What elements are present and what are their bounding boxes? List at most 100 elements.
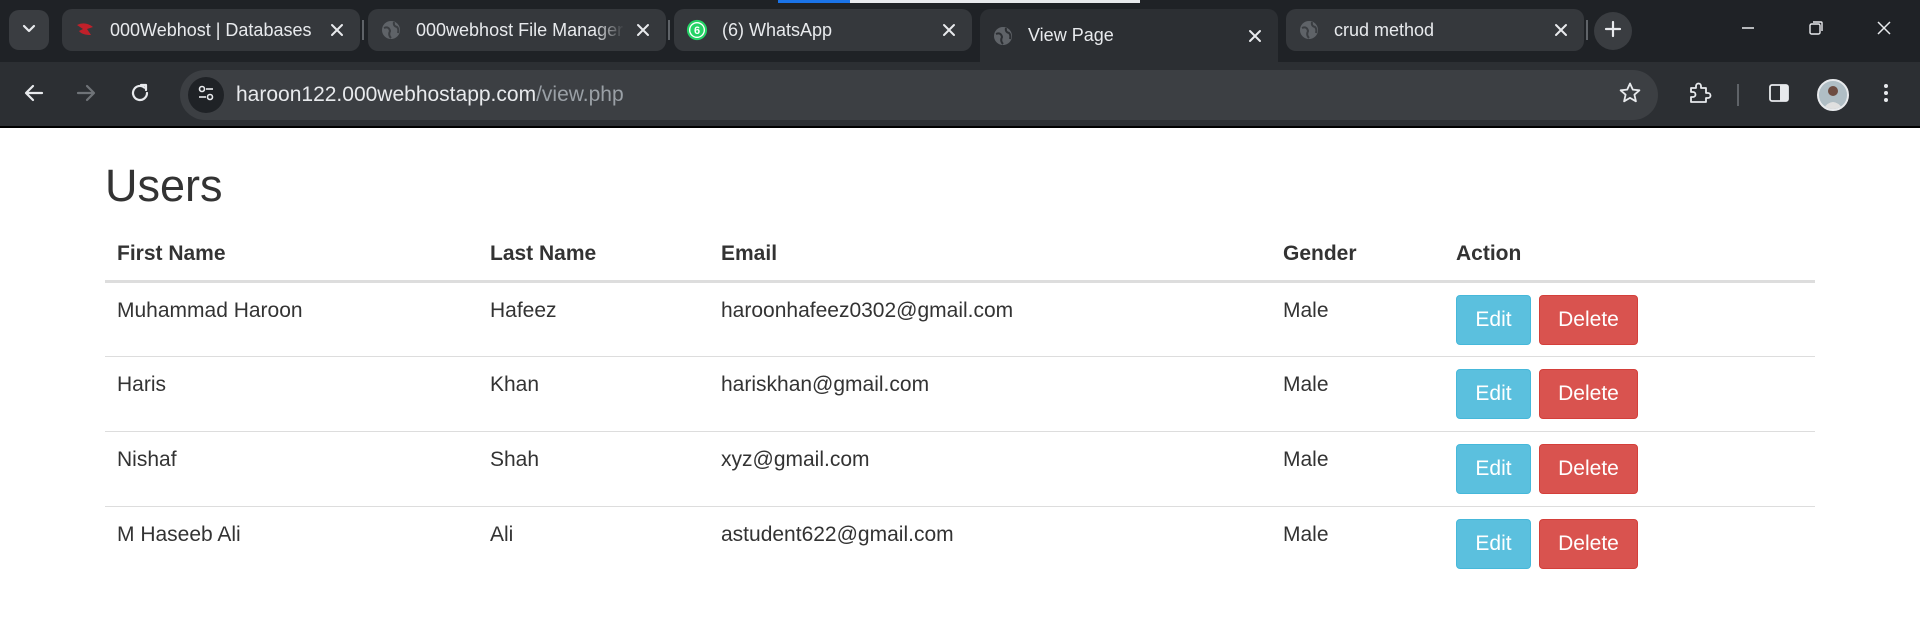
close-icon[interactable] [326,19,348,41]
tab-search-button[interactable] [9,10,49,50]
column-header-action: Action [1444,228,1815,283]
cell-gender: Male [1271,356,1444,432]
person-icon [1819,81,1847,109]
globe-icon [992,25,1014,47]
edit-button[interactable]: Edit [1456,295,1531,345]
cell-email: astudent622@gmail.com [709,506,1271,582]
toolbar-divider [1737,84,1739,106]
plus-icon [1604,20,1622,43]
webhost-logo-icon [74,19,96,41]
table-row: Nishaf Shah xyz@gmail.com Male Edit Delet… [105,431,1815,507]
table-row: Muhammad Haroon Hafeez haroonhafeez0302@… [105,282,1815,357]
loading-indicator-track [850,0,1140,3]
tab-title: crud method [1334,19,1435,40]
cell-last-name: Shah [478,431,709,507]
edit-button[interactable]: Edit [1456,444,1531,494]
cell-first-name: Haris [105,356,478,432]
tab-separator [1586,20,1588,40]
close-icon[interactable] [1244,25,1266,47]
url-path: /view.php [536,83,624,106]
cell-email: hariskhan@gmail.com [709,356,1271,432]
more-vert-icon [1882,81,1890,110]
tab-title: 000webhost File Manager [416,19,624,41]
tab-view-page[interactable]: View Page [980,9,1278,62]
close-icon [1876,20,1892,41]
tab-separator [362,20,364,40]
cell-email: xyz@gmail.com [709,431,1271,507]
tab-webhost-databases[interactable]: 000Webhost | Databases [62,9,360,51]
table-row: Haris Khan hariskhan@gmail.com Male Edit… [105,356,1815,432]
minimize-icon [1740,20,1756,41]
new-tab-button[interactable] [1594,12,1632,50]
globe-icon [1298,19,1320,41]
tab-separator [668,20,670,40]
cell-actions: Edit Delete [1444,282,1815,357]
profile-avatar[interactable] [1817,79,1849,111]
tab-title: View Page [1028,25,1114,45]
table-row: M Haseeb Ali Ali astudent622@gmail.com M… [105,506,1815,582]
puzzle-icon [1686,80,1712,111]
delete-button[interactable]: Delete [1539,444,1638,494]
site-info-button[interactable] [188,77,224,113]
cell-last-name: Ali [478,506,709,582]
arrow-right-icon [75,82,97,109]
page-title: Users [105,160,223,211]
cell-actions: Edit Delete [1444,431,1815,507]
page-content: Users First Name Last Name Email Gender … [0,130,1920,624]
svg-text:6: 6 [694,25,700,37]
delete-button[interactable]: Delete [1539,369,1638,419]
star-icon [1618,81,1642,110]
bookmark-button[interactable] [1616,81,1644,109]
column-header-gender: Gender [1271,228,1444,283]
tab-strip: 000Webhost | Databases 000webhost File M… [0,0,1920,62]
whatsapp-icon: 6 [686,19,708,41]
reload-button[interactable] [120,75,160,115]
delete-button[interactable]: Delete [1539,295,1638,345]
cell-last-name: Khan [478,356,709,432]
cell-first-name: Nishaf [105,431,478,507]
globe-icon [380,19,402,41]
tab-title: (6) WhatsApp [722,19,833,40]
restore-icon [1808,20,1824,41]
tab-whatsapp[interactable]: 6 (6) WhatsApp [674,9,972,51]
cell-first-name: Muhammad Haroon [117,299,303,322]
minimize-button[interactable] [1726,12,1770,48]
cell-gender: Male [1283,299,1329,322]
close-icon[interactable] [1550,19,1572,41]
edit-button[interactable]: Edit [1456,369,1531,419]
column-header-last-name: Last Name [478,228,709,283]
forward-button[interactable] [66,75,106,115]
close-window-button[interactable] [1862,12,1906,48]
url-text[interactable]: haroon122.000webhostapp.com/view.php [236,83,624,107]
cell-gender: Male [1271,506,1444,582]
column-header-email: Email [709,228,1271,283]
tab-title: 000Webhost | Databases [110,19,312,40]
table-header-row: First Name Last Name Email Gender Action [105,228,1815,283]
address-bar[interactable]: haroon122.000webhostapp.com/view.php [180,70,1658,120]
cell-first-name: M Haseeb Ali [105,506,478,582]
tab-file-manager[interactable]: 000webhost File Manager [368,9,666,51]
restore-button[interactable] [1794,12,1838,48]
close-icon[interactable] [632,19,654,41]
extensions-button[interactable] [1683,79,1715,111]
delete-button[interactable]: Delete [1539,519,1638,569]
browser-toolbar: haroon122.000webhostapp.com/view.php [0,62,1920,128]
tune-icon [196,83,216,108]
close-icon[interactable] [938,19,960,41]
arrow-left-icon [23,82,45,109]
cell-email: haroonhafeez0302@gmail.com [721,299,1014,322]
menu-button[interactable] [1870,79,1902,111]
tab-crud-method[interactable]: crud method [1286,9,1584,51]
back-button[interactable] [14,75,54,115]
reload-icon [129,82,151,109]
side-panel-icon [1767,81,1791,110]
loading-indicator [778,0,850,3]
chevron-down-icon [21,20,37,41]
cell-gender: Male [1271,431,1444,507]
column-header-first-name: First Name [105,228,478,283]
cell-actions: Edit Delete [1444,356,1815,432]
edit-button[interactable]: Edit [1456,519,1531,569]
side-panel-button[interactable] [1763,79,1795,111]
cell-actions: Edit Delete [1444,506,1815,582]
cell-last-name: Hafeez [490,299,557,322]
